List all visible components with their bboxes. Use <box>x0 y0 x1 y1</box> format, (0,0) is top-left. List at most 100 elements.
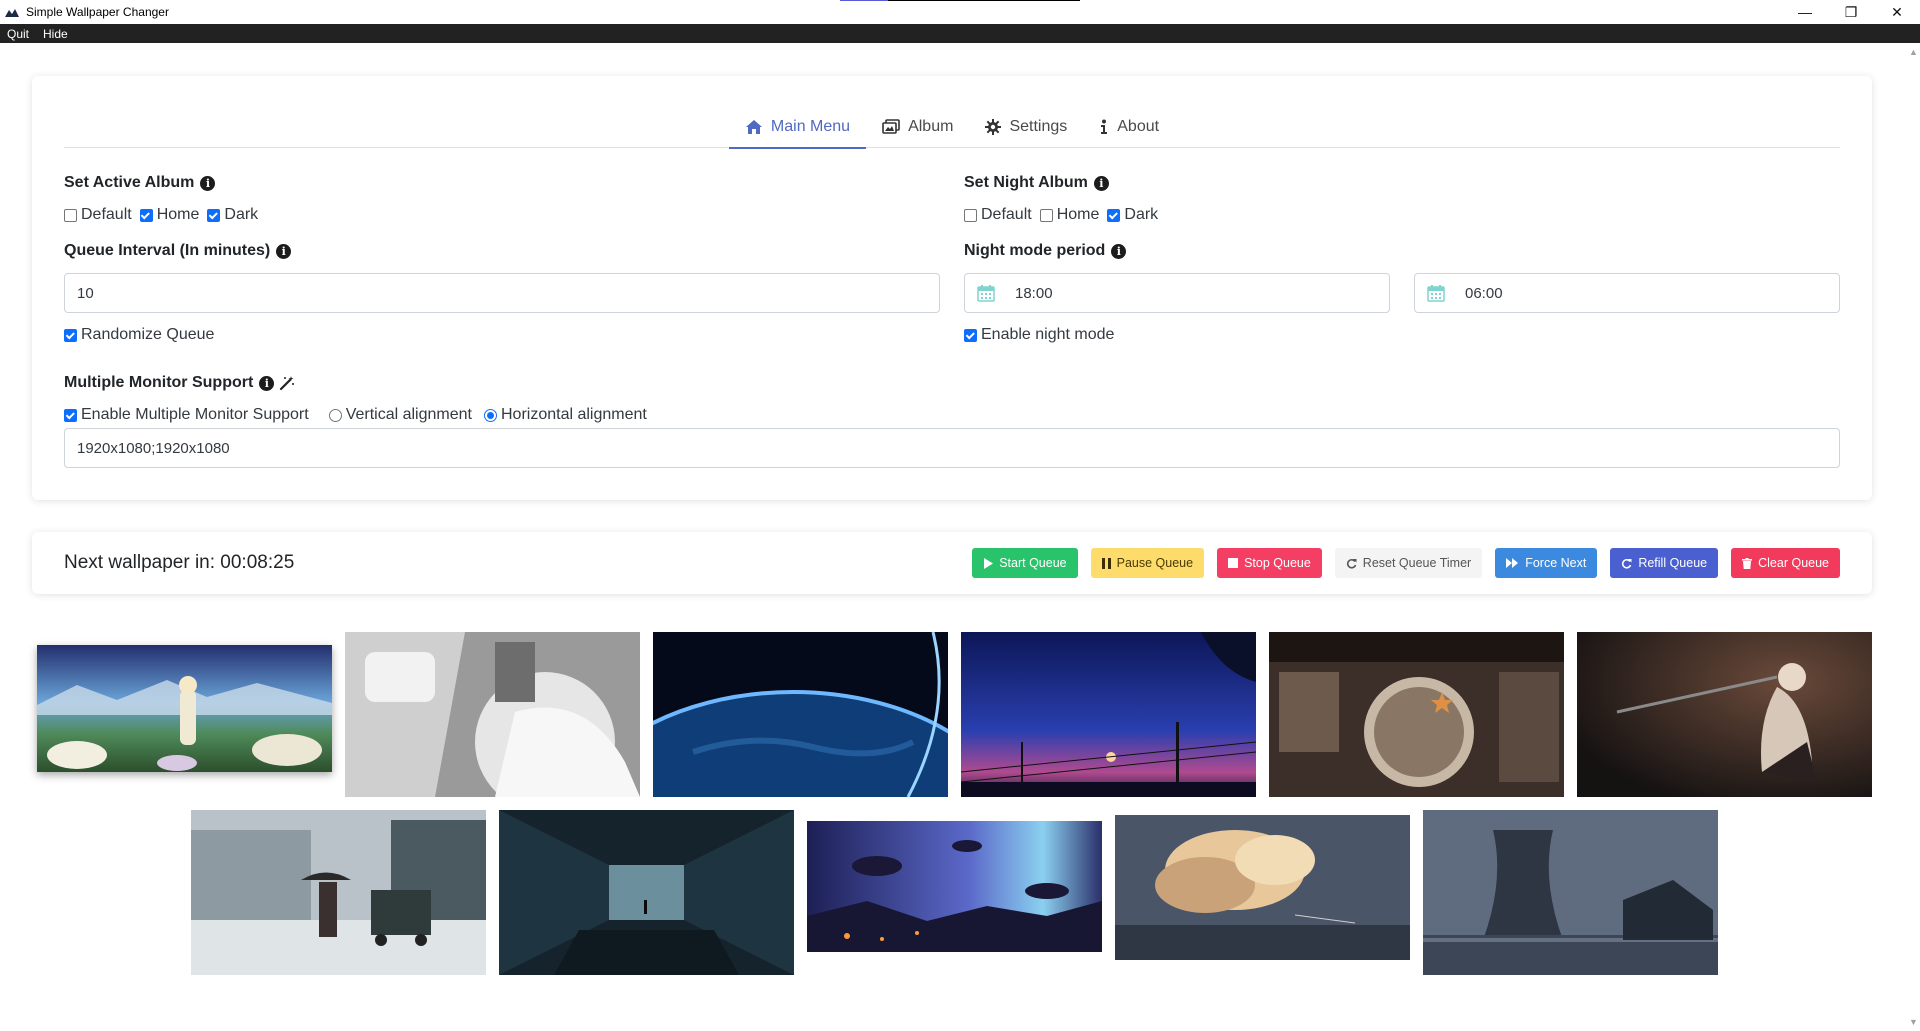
play-icon <box>983 557 994 569</box>
radio[interactable] <box>483 408 497 422</box>
queue-control-bar: Next wallpaper in: 00:08:25 Start Queue … <box>32 532 1872 594</box>
info-icon[interactable]: i <box>1111 243 1127 259</box>
info-icon[interactable]: i <box>200 175 216 191</box>
night-album-home[interactable]: Home <box>1039 206 1099 224</box>
wallpaper-thumbnail[interactable] <box>653 632 948 797</box>
night-sky-powerlines-image <box>961 632 1256 797</box>
menu-hide[interactable]: Hide <box>36 27 75 41</box>
night-period-heading: Night mode period i <box>964 242 1127 260</box>
refill-icon <box>1621 558 1632 569</box>
active-album-home[interactable]: Home <box>139 206 199 224</box>
wallpaper-thumbnail[interactable] <box>1269 632 1564 797</box>
sunset-clouds-image <box>1115 815 1410 960</box>
rainy-street-girl-image <box>191 810 486 975</box>
title-bar: Simple Wallpaper Changer — ❐ ✕ <box>0 0 1920 24</box>
tab-label: Album <box>908 118 954 135</box>
window-title: Simple Wallpaper Changer <box>26 5 169 19</box>
tab-settings[interactable]: Settings <box>969 106 1083 148</box>
enable-multi-monitor[interactable]: Enable Multiple Monitor Support <box>64 406 309 424</box>
checkbox[interactable] <box>64 408 77 422</box>
horizontal-alignment-option[interactable]: Horizontal alignment <box>483 406 647 424</box>
active-album-options: Default Home Dark <box>64 206 266 224</box>
active-album-heading: Set Active Album i <box>64 174 216 192</box>
wallpaper-thumbnail[interactable] <box>499 810 794 975</box>
gear-icon <box>985 119 1002 135</box>
checkbox[interactable] <box>64 328 77 342</box>
wallpaper-thumbnail[interactable] <box>1115 815 1410 960</box>
night-album-default[interactable]: Default <box>964 206 1032 224</box>
scroll-up-icon[interactable]: ▲ <box>1909 47 1918 57</box>
checkbox[interactable] <box>1107 208 1121 222</box>
night-end-time-input[interactable]: 06:00 <box>1414 273 1840 313</box>
queue-interval-heading: Queue Interval (In minutes) i <box>64 242 292 260</box>
tab-about[interactable]: About <box>1083 106 1175 148</box>
restore-button[interactable]: ❐ <box>1828 0 1874 24</box>
active-album-default[interactable]: Default <box>64 206 132 224</box>
magic-wand-icon[interactable] <box>279 375 295 391</box>
monitor-resolutions-input[interactable]: 1920x1080;1920x1080 <box>64 428 1840 468</box>
randomize-queue-option[interactable]: Randomize Queue <box>64 326 214 344</box>
checkbox[interactable] <box>1039 208 1053 222</box>
reset-icon <box>1346 558 1357 569</box>
force-next-button[interactable]: Force Next <box>1495 548 1598 578</box>
refill-queue-button[interactable]: Refill Queue <box>1610 548 1719 578</box>
info-icon[interactable]: i <box>276 243 292 259</box>
next-wallpaper-countdown: Next wallpaper in: 00:08:25 <box>64 552 295 573</box>
white-robot-girl-image <box>345 632 640 797</box>
info-icon[interactable]: i <box>259 375 275 391</box>
stop-icon <box>1228 558 1239 568</box>
wallpaper-thumbnail[interactable] <box>1423 810 1718 975</box>
vertical-alignment-option[interactable]: Vertical alignment <box>328 406 472 424</box>
cooling-tower-lake-image <box>1423 810 1718 975</box>
stop-queue-button[interactable]: Stop Queue <box>1217 548 1322 578</box>
night-album-dark[interactable]: Dark <box>1107 206 1158 224</box>
tab-main-menu[interactable]: Main Menu <box>728 106 867 149</box>
earth-from-space-image <box>653 632 948 797</box>
tab-label: Settings <box>1009 118 1068 135</box>
wallpaper-thumbnail[interactable] <box>345 632 640 797</box>
floating-islands-aurora-image <box>807 821 1102 952</box>
wallpaper-thumbnail[interactable] <box>807 821 1102 952</box>
menu-quit[interactable]: Quit <box>0 27 36 41</box>
dark-corridor-stairs-image <box>499 810 794 975</box>
calendar-icon <box>1427 284 1445 302</box>
active-album-dark[interactable]: Dark <box>207 206 258 224</box>
checkbox[interactable] <box>207 208 221 222</box>
tab-album[interactable]: Album <box>866 106 969 148</box>
tab-label: Main Menu <box>770 118 851 135</box>
close-button[interactable]: ✕ <box>1874 0 1920 24</box>
wallpaper-thumbnail[interactable] <box>961 632 1256 797</box>
night-start-time-input[interactable]: 18:00 <box>964 273 1390 313</box>
trash-icon <box>1742 557 1753 569</box>
clear-queue-button[interactable]: Clear Queue <box>1731 548 1840 578</box>
flower-field-girl-image <box>37 645 332 772</box>
scroll-down-icon[interactable]: ▼ <box>1909 1017 1918 1027</box>
checkbox[interactable] <box>964 328 977 342</box>
forward-icon <box>1506 558 1519 568</box>
minimize-button[interactable]: — <box>1782 0 1828 24</box>
home-icon <box>745 119 763 135</box>
checkbox[interactable] <box>64 208 77 222</box>
checkbox[interactable] <box>139 208 153 222</box>
pause-icon <box>1101 557 1111 569</box>
wallpaper-thumbnail[interactable] <box>37 645 332 772</box>
pause-queue-button[interactable]: Pause Queue <box>1090 548 1205 578</box>
checkbox[interactable] <box>964 208 977 222</box>
reset-queue-timer-button[interactable]: Reset Queue Timer <box>1334 548 1483 578</box>
wallpaper-thumbnail[interactable] <box>1577 632 1872 797</box>
enable-night-mode-option[interactable]: Enable night mode <box>964 326 1114 344</box>
queue-interval-input[interactable]: 10 <box>64 273 940 313</box>
info-icon[interactable]: i <box>1093 175 1109 191</box>
title-decoration-line <box>840 0 1080 1</box>
app-logo-icon <box>4 4 20 20</box>
menu-bar: Quit Hide <box>0 24 1920 43</box>
wallpaper-thumbnail[interactable] <box>191 810 486 975</box>
night-album-heading: Set Night Album i <box>964 174 1109 192</box>
vertical-scrollbar[interactable]: ▲ ▼ <box>1906 43 1920 1031</box>
start-queue-button[interactable]: Start Queue <box>972 548 1078 578</box>
settings-card: Main Menu Album Settings About Set Activ… <box>32 76 1872 500</box>
multi-monitor-options: Enable Multiple Monitor Support Vertical… <box>64 406 655 424</box>
radio[interactable] <box>328 408 342 422</box>
calendar-icon <box>977 284 995 302</box>
queue-buttons: Start Queue Pause Queue Stop Queue Reset… <box>959 548 1840 578</box>
